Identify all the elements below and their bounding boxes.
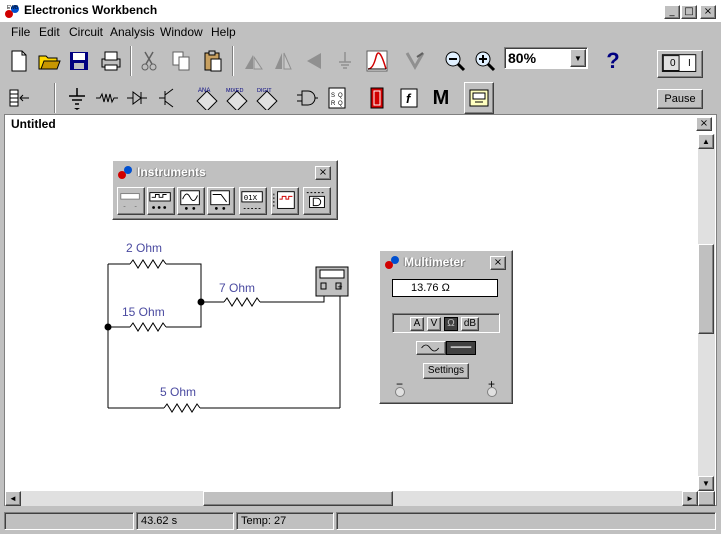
dc-mode-button[interactable] bbox=[446, 341, 476, 355]
resistor-2-ohm-label: 2 Ohm bbox=[126, 241, 162, 255]
resistor-7-ohm[interactable] bbox=[223, 297, 261, 307]
multimeter-instrument-icon bbox=[120, 193, 140, 208]
junction-node[interactable] bbox=[104, 323, 112, 331]
multimeter-mode-group: A V Ω dB bbox=[392, 313, 500, 333]
svg-text:+: + bbox=[337, 283, 343, 291]
logic-converter-icon bbox=[306, 192, 326, 208]
dc-line-icon bbox=[450, 346, 472, 348]
logic-analyzer-icon bbox=[273, 191, 295, 209]
ewb-panel-icon bbox=[118, 166, 132, 179]
instruments-panel-close-button[interactable]: × bbox=[315, 166, 331, 180]
multimeter-device-icon[interactable]: + bbox=[315, 266, 349, 297]
wire[interactable] bbox=[260, 296, 325, 303]
instruments-panel-title: Instruments bbox=[137, 165, 206, 179]
word-generator-button[interactable]: 01X bbox=[239, 187, 267, 215]
resistor-5-ohm-label: 5 Ohm bbox=[160, 385, 196, 399]
instruments-panel: Instruments × 01X bbox=[112, 160, 338, 220]
word-generator-icon: 01X bbox=[241, 191, 263, 209]
resistor-7-ohm-label: 7 Ohm bbox=[219, 281, 255, 295]
wire[interactable] bbox=[166, 302, 202, 328]
multimeter-reading: 13.76 Ω bbox=[411, 282, 450, 294]
wire[interactable] bbox=[166, 263, 202, 302]
circuit-schematic: 2 Ohm 15 Ohm 7 Ohm 5 Ohm + bbox=[104, 241, 349, 413]
positive-terminal-jack[interactable] bbox=[487, 387, 497, 397]
status-pane-message bbox=[4, 512, 134, 530]
negative-terminal-jack[interactable] bbox=[395, 387, 405, 397]
logic-analyzer-button[interactable] bbox=[271, 187, 299, 215]
multimeter-window: Multimeter × 13.76 Ω A V Ω dB Settings −… bbox=[379, 250, 513, 404]
bode-plotter-icon bbox=[210, 190, 230, 210]
sine-wave-icon bbox=[421, 344, 440, 352]
status-pane-extra bbox=[336, 512, 716, 530]
mode-ohmmeter-button[interactable]: Ω bbox=[444, 317, 458, 331]
status-temperature: Temp: 27 bbox=[236, 512, 334, 530]
mode-ammeter-button[interactable]: A bbox=[410, 317, 424, 331]
multimeter-display: 13.76 Ω bbox=[392, 279, 498, 297]
multimeter-title-bar[interactable]: Multimeter × bbox=[382, 253, 510, 271]
resistor-15-ohm-label: 15 Ohm bbox=[122, 305, 165, 319]
status-simulation-time: 43.62 s bbox=[136, 512, 234, 530]
multimeter-instrument-button[interactable] bbox=[117, 187, 145, 215]
mode-voltmeter-button[interactable]: V bbox=[427, 317, 441, 331]
bode-plotter-button[interactable] bbox=[207, 187, 235, 215]
resistor-5-ohm[interactable] bbox=[163, 403, 201, 413]
function-generator-button[interactable] bbox=[147, 187, 175, 215]
svg-text:01X: 01X bbox=[244, 193, 258, 202]
ac-mode-button[interactable] bbox=[416, 341, 446, 355]
ewb-panel-icon bbox=[385, 256, 399, 269]
multimeter-close-button[interactable]: × bbox=[490, 256, 506, 270]
mode-decibel-button[interactable]: dB bbox=[461, 317, 479, 331]
resistor-2-ohm[interactable] bbox=[129, 259, 167, 269]
resistor-15-ohm[interactable] bbox=[129, 322, 167, 332]
junction-node[interactable] bbox=[197, 298, 205, 306]
oscilloscope-icon bbox=[180, 190, 200, 210]
oscilloscope-button[interactable] bbox=[177, 187, 205, 215]
instruments-panel-title-bar[interactable]: Instruments × bbox=[115, 163, 335, 181]
function-generator-icon bbox=[149, 192, 171, 209]
multimeter-title: Multimeter bbox=[404, 255, 465, 269]
logic-converter-button[interactable] bbox=[303, 187, 331, 215]
status-bar: 43.62 s Temp: 27 bbox=[0, 510, 721, 534]
multimeter-settings-button[interactable]: Settings bbox=[423, 363, 469, 379]
